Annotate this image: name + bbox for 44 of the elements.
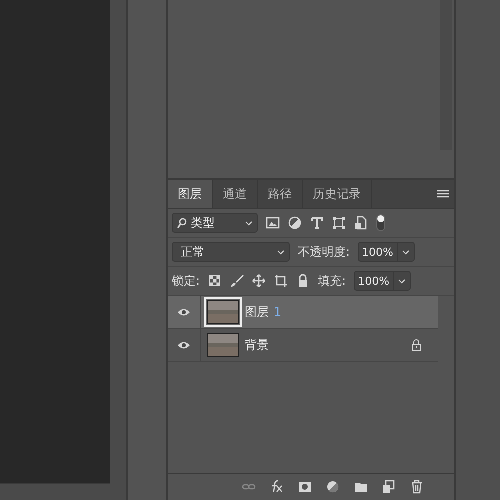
layer-row[interactable]: 背景 — [168, 329, 438, 362]
vertical-scrollbar[interactable] — [110, 0, 128, 500]
menu-icon[interactable] — [436, 190, 450, 198]
image-icon[interactable] — [266, 216, 280, 230]
new-layer-icon[interactable] — [382, 480, 396, 494]
eye-icon[interactable] — [177, 340, 191, 350]
folder-icon[interactable] — [354, 480, 368, 494]
layer-number: 1 — [274, 305, 282, 319]
chevron-icon — [398, 278, 406, 284]
layer-name: 背景 — [245, 336, 269, 354]
toggle-icon[interactable] — [376, 214, 386, 232]
fill-field[interactable]: 100% — [354, 271, 411, 291]
panel-tab[interactable]: 图层 — [168, 180, 213, 208]
opacity-label: 不透明度: — [298, 244, 350, 260]
adjustment-icon[interactable] — [326, 480, 340, 494]
trash-icon[interactable] — [410, 480, 424, 494]
checkerboard-icon[interactable] — [208, 274, 222, 288]
layer-thumbnail — [207, 333, 239, 357]
eye-icon[interactable] — [177, 308, 191, 316]
crop-icon[interactable] — [274, 274, 288, 288]
mask-icon[interactable] — [298, 480, 312, 494]
layer-thumbnail — [207, 300, 239, 324]
layer-name: 图层 — [245, 304, 269, 320]
search-icon — [177, 218, 187, 228]
fx-icon[interactable] — [270, 480, 284, 494]
chevron-icon — [402, 250, 410, 254]
chevron-icon — [245, 220, 253, 226]
panel-tab[interactable]: 历史记录 — [303, 180, 372, 208]
chevron-icon — [277, 250, 285, 254]
smart-object-icon[interactable] — [354, 216, 368, 230]
move-icon[interactable] — [252, 274, 266, 288]
blend-mode-dropdown[interactable]: 正常 — [172, 242, 290, 262]
transform-icon[interactable] — [332, 216, 346, 230]
panel-tab[interactable]: 通道 — [213, 180, 258, 208]
lock-label: 锁定: — [172, 272, 200, 290]
brush-icon[interactable] — [230, 274, 244, 288]
horizontal-scrollbar[interactable] — [0, 484, 110, 500]
panel-tab[interactable]: 路径 — [258, 180, 303, 208]
contrast-icon[interactable] — [288, 216, 302, 230]
layer-row[interactable]: 图层 1 — [168, 296, 438, 329]
text-icon[interactable] — [310, 216, 324, 230]
opacity-field[interactable]: 100% — [358, 242, 414, 262]
filter-dropdown[interactable]: 类型 — [172, 213, 258, 233]
fill-label: 填充: — [318, 272, 346, 290]
